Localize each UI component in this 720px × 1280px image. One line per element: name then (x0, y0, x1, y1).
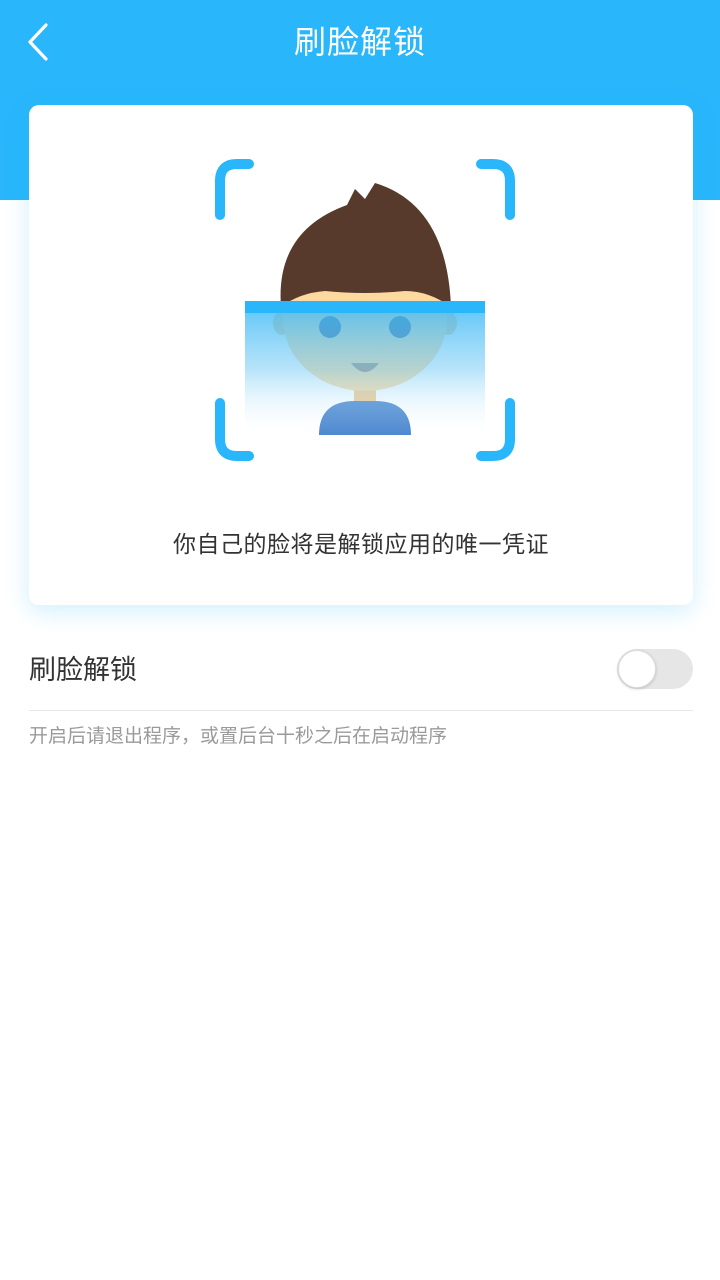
setting-hint: 开启后请退出程序，或置后台十秒之后在启动程序 (29, 725, 448, 747)
frame-corner-top-right (476, 159, 515, 220)
nav-bar: 刷脸解锁 (0, 0, 720, 84)
frame-corner-top-left (215, 159, 254, 220)
face-scan-illustration (215, 159, 515, 461)
scan-line (245, 301, 485, 313)
face-unlock-page: 刷脸解锁 你自己的脸将是解锁应用的唯一凭证 刷脸解锁 开启后请退出程序，或置后台… (0, 0, 720, 1280)
toggle-knob (618, 650, 656, 688)
frame-corner-bottom-left (215, 398, 254, 461)
face-unlock-toggle[interactable] (617, 649, 693, 689)
hair (280, 183, 451, 307)
face-info-card: 你自己的脸将是解锁应用的唯一凭证 (29, 105, 693, 605)
frame-corner-bottom-right (476, 398, 515, 461)
card-caption: 你自己的脸将是解锁应用的唯一凭证 (173, 532, 549, 558)
setting-label: 刷脸解锁 (29, 655, 137, 686)
face-unlock-setting-row: 刷脸解锁 (29, 632, 693, 711)
scan-gradient (245, 303, 485, 437)
page-title: 刷脸解锁 (293, 23, 426, 61)
